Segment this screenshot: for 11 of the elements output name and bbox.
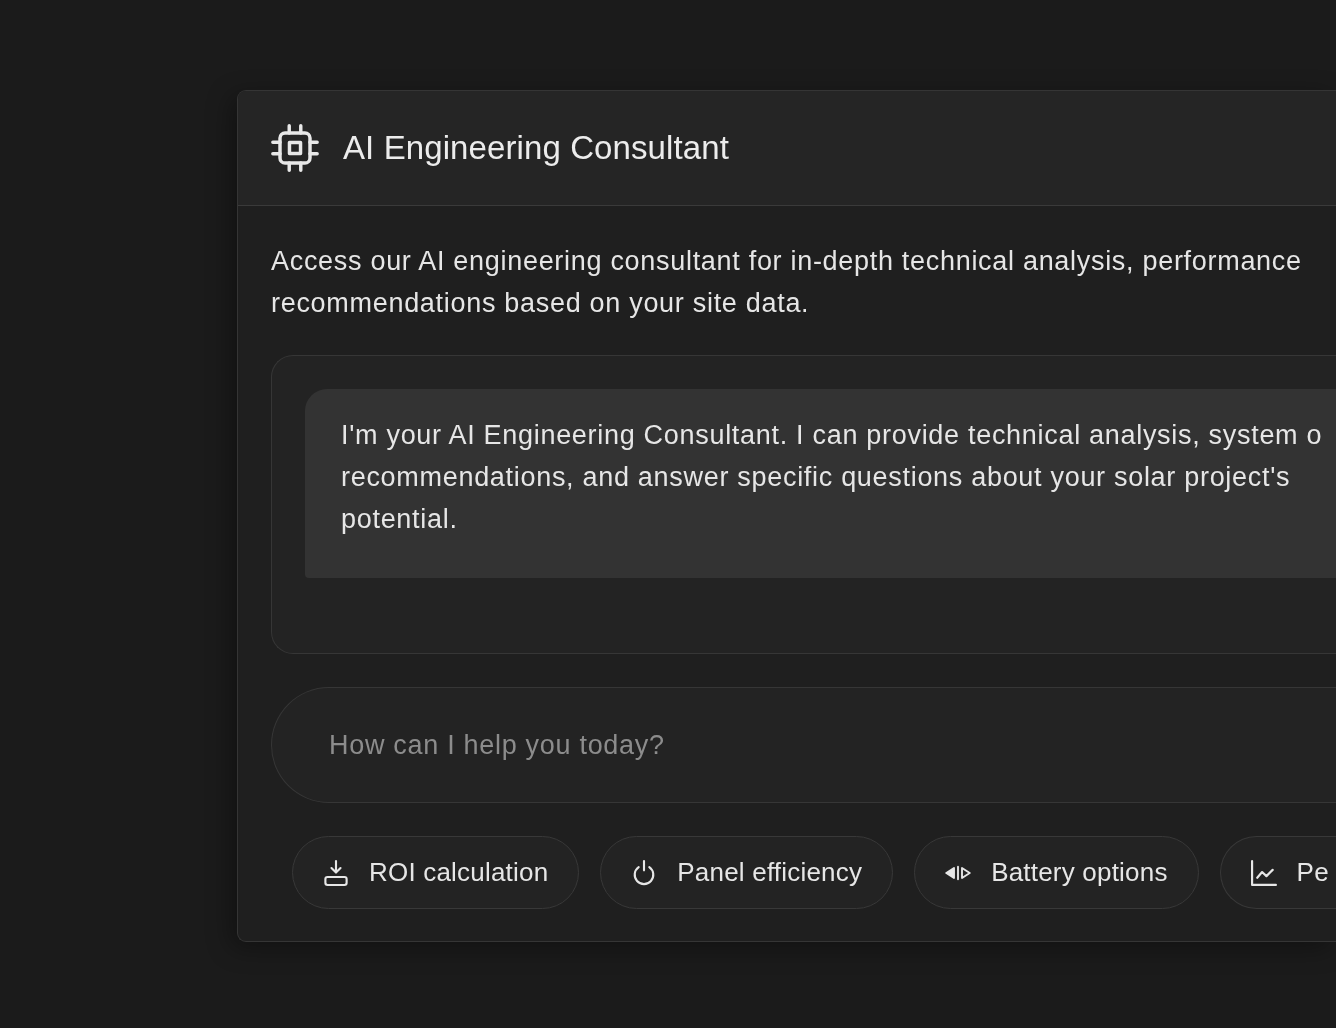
panel-title: AI Engineering Consultant: [343, 129, 729, 167]
message-text: I'm your AI Engineering Consultant. I can provide technical analysis, system o recommendations, and answer specific questions about your solar project's potential.: [341, 419, 1324, 536]
line-chart-icon: [1250, 859, 1277, 886]
panel-description: Access our AI engineering consultant for in-depth technical analysis, performance recommendations based on your site data.: [271, 245, 1303, 320]
suggestion-chip[interactable]: ROI calculation: [292, 836, 580, 909]
suggestion-chip[interactable]: Battery options: [914, 836, 1199, 909]
message-input[interactable]: How can I help you today?: [271, 687, 1336, 803]
download-tray-icon: [323, 859, 349, 886]
microchip-icon: [271, 124, 319, 172]
suggestion-chip[interactable]: Panel efficiency: [600, 836, 894, 909]
suggestion-chip[interactable]: Pe: [1219, 836, 1336, 909]
